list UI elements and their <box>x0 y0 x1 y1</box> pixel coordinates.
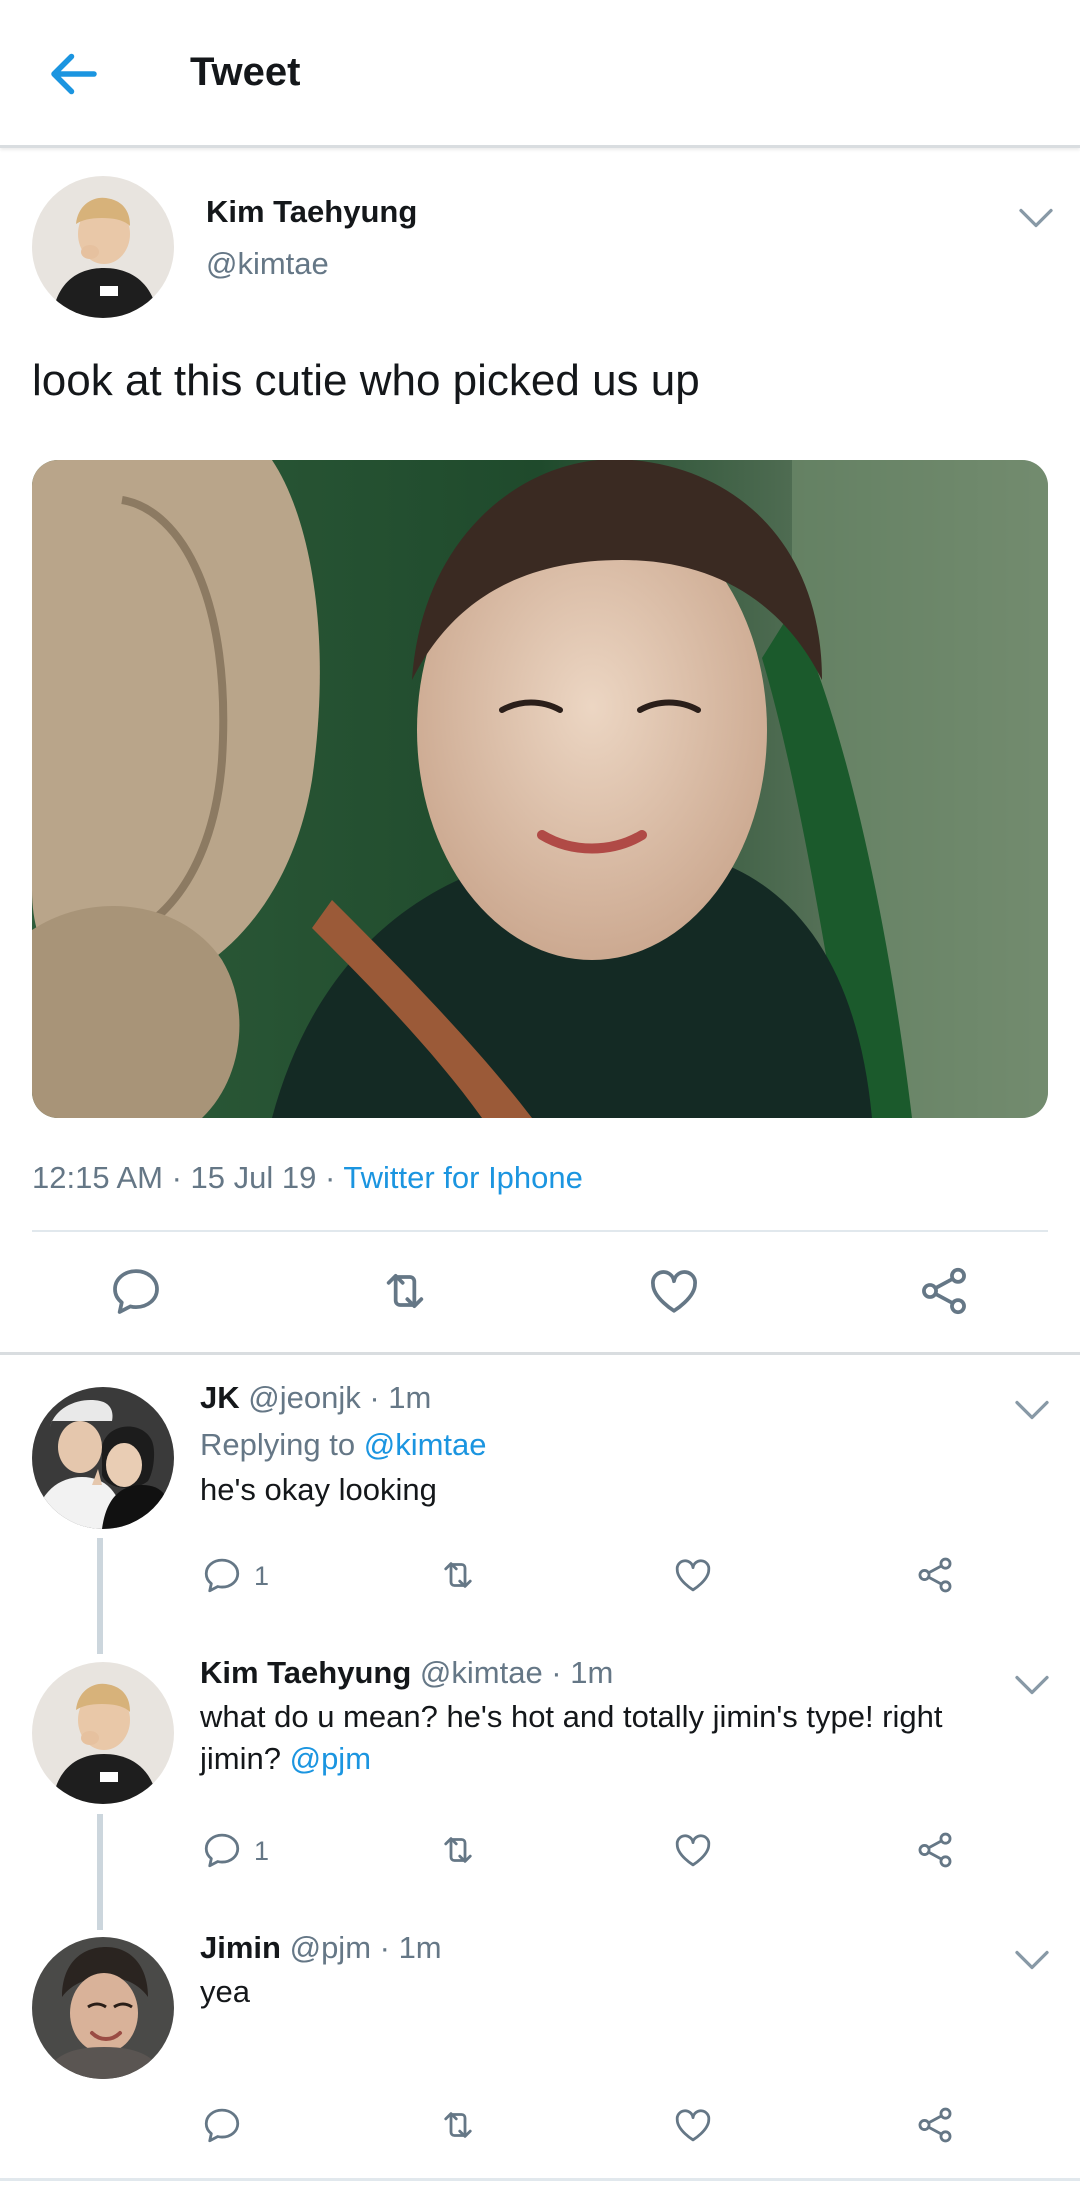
reply-header: JK @jeonjk · 1m <box>200 1380 431 1416</box>
chevron-down-icon[interactable] <box>1014 1398 1050 1422</box>
tweet-metadata: 12:15 AM · 15 Jul 19 · Twitter for Iphon… <box>32 1160 583 1196</box>
reply-header: Jimin @pjm · 1m <box>200 1930 442 1966</box>
author-name[interactable]: Kim Taehyung <box>206 194 417 230</box>
tweet-time: 12:15 AM <box>32 1160 163 1195</box>
reply-handle-time[interactable]: @kimtae · 1m <box>420 1655 613 1690</box>
section-divider <box>0 2178 1080 2181</box>
reply-text-line: jimin? @pjm <box>200 1738 1060 1780</box>
meta-separator: · <box>316 1160 344 1195</box>
share-icon[interactable] <box>914 2104 956 2146</box>
like-icon[interactable] <box>672 1554 714 1596</box>
retweet-icon[interactable] <box>437 1554 479 1596</box>
divider <box>32 1230 1048 1232</box>
reply-count: 1 <box>254 1561 270 1591</box>
reply-avatar[interactable] <box>32 1387 174 1529</box>
reply-header: Kim Taehyung @kimtae · 1m <box>200 1655 613 1691</box>
page-title: Tweet <box>190 50 301 94</box>
reply-icon[interactable] <box>201 2104 243 2146</box>
reply-text: yea <box>200 1974 250 2009</box>
arrow-left-icon[interactable] <box>44 44 104 104</box>
author-handle[interactable]: @kimtae <box>206 246 329 282</box>
reply-text-fragment: jimin? <box>200 1741 290 1776</box>
share-icon[interactable] <box>914 1829 956 1871</box>
chevron-down-icon[interactable] <box>1014 1673 1050 1697</box>
tweet-date: 15 Jul 19 <box>190 1160 317 1195</box>
share-icon[interactable] <box>916 1263 972 1319</box>
mention-link[interactable]: @pjm <box>290 1741 371 1776</box>
reply-text-line: what do u mean? he's hot and totally jim… <box>200 1699 943 1734</box>
reply-handle-time[interactable]: @jeonjk · 1m <box>248 1380 431 1415</box>
reply-handle-time[interactable]: @pjm · 1m <box>290 1930 442 1965</box>
reply-avatar[interactable] <box>32 1662 174 1804</box>
reply-author-name[interactable]: Kim Taehyung <box>200 1655 411 1690</box>
replying-to-mention[interactable]: @kimtae <box>364 1427 487 1462</box>
share-icon[interactable] <box>914 1554 956 1596</box>
replying-prefix: Replying to <box>200 1427 364 1462</box>
tweet-text: look at this cutie who picked us up <box>32 356 700 405</box>
reply-icon[interactable] <box>201 1829 243 1871</box>
reply-count: 1 <box>254 1836 270 1866</box>
retweet-icon[interactable] <box>437 2104 479 2146</box>
reply-text: he's okay looking <box>200 1472 437 1507</box>
reply-icon[interactable] <box>201 1554 243 1596</box>
reply-text: what do u mean? he's hot and totally jim… <box>200 1696 1060 1780</box>
tweet-source-link[interactable]: Twitter for Iphone <box>343 1160 583 1195</box>
reply-icon[interactable] <box>108 1263 164 1319</box>
top-app-bar: Tweet <box>0 0 1080 148</box>
chevron-down-icon[interactable] <box>1014 1948 1050 1972</box>
reply-avatar[interactable] <box>32 1937 174 2079</box>
like-icon[interactable] <box>672 1829 714 1871</box>
retweet-icon[interactable] <box>377 1263 433 1319</box>
section-divider <box>0 1352 1080 1355</box>
reply-author-name[interactable]: Jimin <box>200 1930 281 1965</box>
thread-connector <box>97 1814 103 1930</box>
meta-separator: · <box>162 1160 191 1195</box>
author-avatar[interactable] <box>32 176 174 318</box>
reply-author-name[interactable]: JK <box>200 1380 240 1415</box>
thread-connector <box>97 1538 103 1654</box>
chevron-down-icon[interactable] <box>1018 206 1054 230</box>
retweet-icon[interactable] <box>437 1829 479 1871</box>
tweet-photo[interactable] <box>32 460 1048 1118</box>
replying-to: Replying to @kimtae <box>200 1427 487 1463</box>
like-icon[interactable] <box>646 1263 702 1319</box>
like-icon[interactable] <box>672 2104 714 2146</box>
